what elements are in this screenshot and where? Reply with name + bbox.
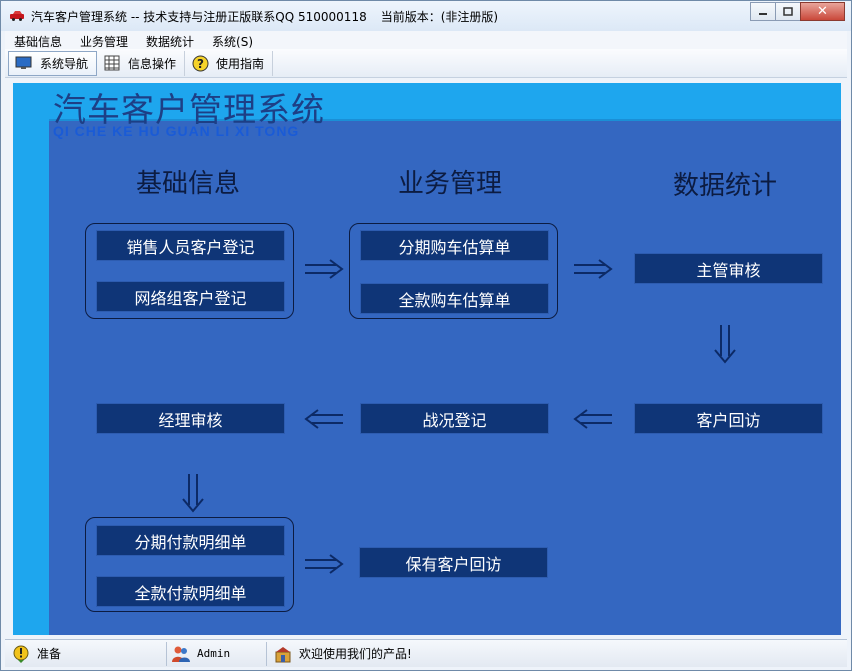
- svg-text:?: ?: [197, 57, 204, 71]
- status-welcome-cell: 欢迎使用我们的产品!: [267, 642, 847, 666]
- menu-basic-info[interactable]: 基础信息: [5, 31, 71, 49]
- help-icon: ?: [191, 55, 209, 71]
- system-nav-label: 系统导航: [40, 56, 89, 71]
- user-guide-label: 使用指南: [216, 56, 265, 71]
- system-nav-button[interactable]: 系统导航: [8, 50, 98, 76]
- monitor-icon: [15, 55, 33, 71]
- user-guide-button[interactable]: ? 使用指南: [185, 50, 274, 76]
- battle-register-button[interactable]: 战况登记: [360, 403, 549, 434]
- menu-system[interactable]: 系统(S): [203, 31, 262, 49]
- maximize-button[interactable]: [775, 2, 801, 21]
- status-bar: 准备 Admin 欢迎使用我们的产品!: [5, 639, 847, 667]
- arrow-down-icon: [714, 325, 736, 364]
- manager-review-button[interactable]: 主管审核: [634, 253, 823, 284]
- full-estimate-button[interactable]: 全款购车估算单: [360, 283, 549, 314]
- app-window: 汽车客户管理系统 -- 技术支持与注册正版联系QQ 510000118 当前版本：…: [0, 0, 852, 671]
- left-strip: [13, 83, 49, 635]
- users-icon: [171, 644, 191, 664]
- manager-audit-button[interactable]: 经理审核: [96, 403, 285, 434]
- window-title-text: 汽车客户管理系统 -- 技术支持与注册正版联系QQ 510000118: [31, 10, 367, 24]
- status-user-text: Admin: [197, 647, 231, 660]
- arrow-left-icon: [573, 409, 612, 429]
- status-ready-cell: 准备: [5, 641, 167, 666]
- title-bar[interactable]: 汽车客户管理系统 -- 技术支持与注册正版联系QQ 510000118 当前版本：…: [1, 1, 851, 31]
- customer-visit-button[interactable]: 客户回访: [634, 403, 823, 434]
- installment-estimate-button[interactable]: 分期购车估算单: [360, 230, 549, 261]
- arrow-right-icon: [305, 259, 344, 279]
- network-register-button[interactable]: 网络组客户登记: [96, 281, 285, 312]
- minimize-button[interactable]: [750, 2, 776, 21]
- navigation-canvas: 汽车客户管理系统 QI CHE KE HU GUAN LI XI TONG 基础…: [13, 83, 841, 635]
- installment-detail-button[interactable]: 分期付款明细单: [96, 525, 285, 556]
- section-basic-info: 基础信息: [136, 169, 241, 199]
- window-title: 汽车客户管理系统 -- 技术支持与注册正版联系QQ 510000118 当前版本：…: [31, 8, 512, 25]
- info-operation-label: 信息操作: [128, 56, 177, 71]
- sales-register-button[interactable]: 销售人员客户登记: [96, 230, 285, 261]
- status-user-cell: Admin: [167, 641, 267, 666]
- menu-business[interactable]: 业务管理: [71, 31, 137, 49]
- info-operation-button[interactable]: 信息操作: [97, 50, 186, 76]
- minimize-icon: [759, 12, 767, 15]
- banner-subtitle: QI CHE KE HU GUAN LI XI TONG: [53, 123, 300, 139]
- grid-icon: [103, 55, 121, 71]
- menu-statistics[interactable]: 数据统计: [137, 31, 203, 49]
- alert-icon: [11, 644, 31, 664]
- car-icon: [10, 11, 24, 21]
- arrow-down-icon: [182, 474, 204, 513]
- maximize-icon: [783, 6, 793, 16]
- package-icon: [273, 644, 293, 664]
- status-ready-text: 准备: [37, 647, 62, 661]
- close-icon: ✕: [817, 4, 828, 19]
- version-label: 当前版本：(非注册版): [380, 10, 499, 24]
- close-button[interactable]: ✕: [800, 2, 845, 21]
- section-statistics: 数据统计: [673, 171, 778, 201]
- menu-bar: 基础信息 业务管理 数据统计 系统(S): [5, 31, 847, 49]
- section-business: 业务管理: [398, 169, 503, 199]
- window-controls: ✕: [750, 2, 845, 21]
- status-welcome-text: 欢迎使用我们的产品!: [299, 647, 412, 661]
- arrow-left-icon: [304, 409, 343, 429]
- arrow-right-icon: [305, 554, 344, 574]
- full-detail-button[interactable]: 全款付款明细单: [96, 576, 285, 607]
- retained-visit-button[interactable]: 保有客户回访: [359, 547, 548, 578]
- arrow-right-icon: [574, 259, 613, 279]
- toolbar: 系统导航 信息操作 ? 使用指南: [5, 49, 847, 78]
